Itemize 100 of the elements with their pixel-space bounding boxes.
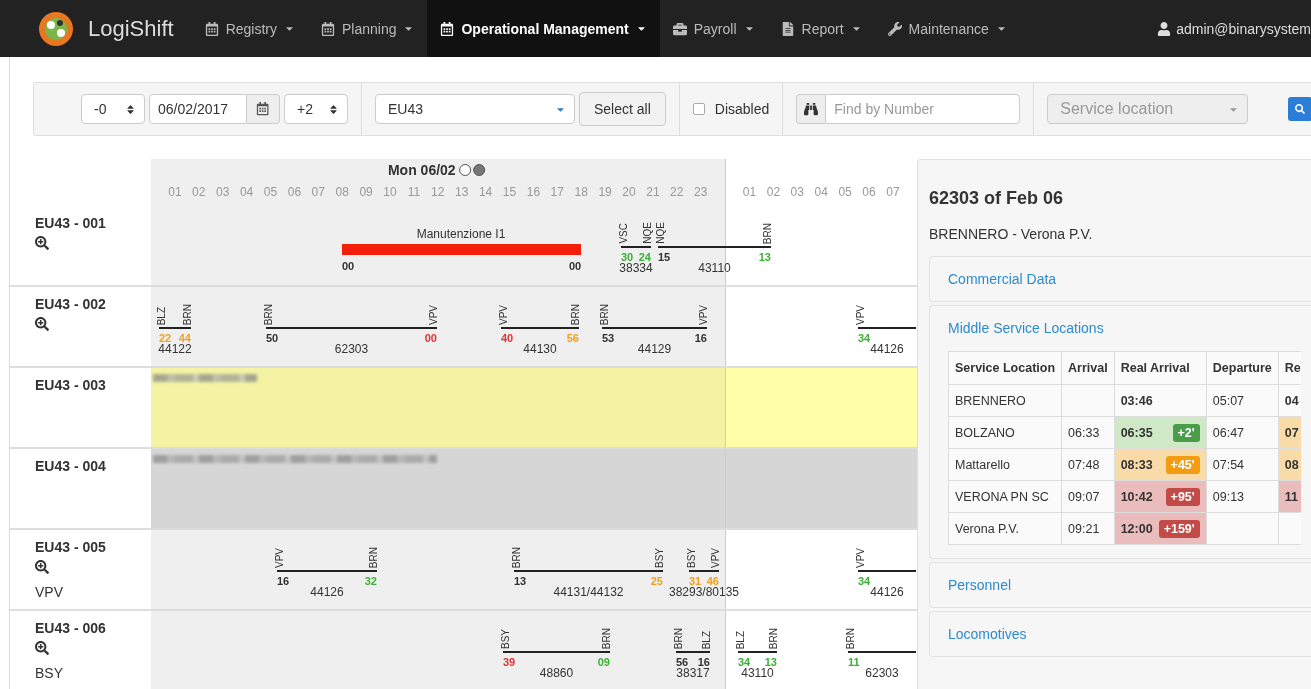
column-header: Re — [1278, 351, 1301, 385]
real-departure-cell: 04 — [1278, 384, 1301, 417]
train-number: 44126 — [310, 585, 344, 599]
station-label: BRN — [763, 222, 773, 244]
station-label: BRN — [512, 546, 522, 568]
panel-heading-link[interactable]: Locomotives — [948, 626, 1027, 642]
hour-label: 07 — [886, 185, 900, 199]
vehicle-location: BSY — [35, 665, 64, 681]
nav-menu-item[interactable]: Payroll — [659, 0, 768, 57]
train-number: 44122 — [158, 342, 192, 356]
train-route-line — [858, 570, 916, 572]
arrival-minute: 13 — [764, 656, 777, 668]
departure-minute: 39 — [503, 656, 516, 668]
station-label: VPV — [429, 305, 439, 325]
hour-label: 13 — [455, 185, 469, 199]
hour-label: 01 — [742, 185, 757, 199]
departure-minute: 56 — [676, 656, 689, 668]
hour-label: 18 — [574, 185, 588, 199]
hour-label: 02 — [192, 185, 206, 199]
select-all-button[interactable]: Select all — [579, 92, 666, 126]
station-label: VPV — [699, 305, 709, 325]
hour-label: 14 — [478, 185, 493, 199]
zoom-in-icon[interactable] — [35, 236, 49, 250]
departure-minute: 53 — [602, 332, 615, 344]
line-select[interactable]: EU43 — [375, 94, 575, 124]
nav-menu-item[interactable]: Report — [767, 0, 875, 57]
real-arrival-cell: 03:46 — [1114, 384, 1207, 417]
departure-minute: 34 — [858, 575, 871, 587]
station-label: VPV — [499, 305, 509, 325]
station-label: VSC — [619, 223, 629, 244]
arrival-minute: 44 — [178, 332, 191, 344]
hour-label: 21 — [646, 185, 660, 199]
train-number: 38317 — [676, 666, 710, 680]
arrival-minute: 32 — [364, 575, 377, 587]
nav-menu-item[interactable]: Registry — [191, 0, 308, 57]
arrival-minute: 56 — [566, 332, 579, 344]
calendar-button[interactable] — [247, 94, 280, 124]
hour-label: 06 — [287, 185, 302, 199]
column-header: Departure — [1206, 351, 1279, 385]
real-departure-cell — [1278, 512, 1301, 545]
train-route-line — [738, 651, 777, 653]
maintenance-label: Manutenzione I1 — [416, 227, 506, 241]
wrench-icon — [887, 21, 902, 36]
delay-badge: +95' — [1165, 487, 1200, 506]
departure-minute: 31 — [689, 575, 702, 587]
calendar-icon — [321, 21, 335, 36]
document-icon — [780, 21, 795, 36]
table-cell: BOLZANO — [948, 416, 1062, 449]
station-label: BRN — [769, 627, 779, 649]
column-header: Real Arrival — [1114, 351, 1207, 385]
nav-menu-item[interactable]: Operational Management — [427, 0, 660, 57]
station-label: BRN — [846, 627, 856, 649]
hour-label: 01 — [168, 185, 182, 199]
vehicle-name: EU43 - 001 — [35, 215, 107, 231]
departure-minute: 22 — [159, 332, 172, 344]
spinner-arrows-icon — [328, 103, 339, 115]
vehicle-name: EU43 - 006 — [35, 620, 107, 636]
day-offset-select[interactable]: +2 — [284, 94, 348, 124]
zoom-in-icon[interactable] — [35, 317, 49, 331]
train-route-line — [848, 651, 916, 653]
delay-badge: +45' — [1165, 455, 1200, 474]
train-number: 38293/80135 — [668, 585, 740, 599]
station-label: BRN — [600, 303, 610, 325]
train-number: 62303 — [865, 666, 899, 680]
hour-label: 08 — [335, 185, 349, 199]
nav-menu-item[interactable]: Maintenance — [874, 0, 1020, 57]
train-number: 48860 — [539, 666, 574, 680]
day-offset-select[interactable]: -0 — [81, 94, 145, 124]
arrival-minute: 16 — [697, 656, 710, 668]
train-route-line — [689, 570, 719, 572]
arrival-minute: 46 — [706, 575, 719, 587]
brand-name: LogiShift — [88, 15, 174, 42]
nav-menu-item[interactable]: Planning — [308, 0, 428, 57]
vehicle-location: VPV — [35, 584, 64, 600]
zoom-in-icon[interactable] — [35, 641, 49, 655]
arrival-minute: 24 — [638, 251, 651, 263]
station-label: BSY — [687, 548, 697, 568]
arrival-minute: 00 — [424, 332, 437, 344]
departure-minute: 13 — [514, 575, 527, 587]
delay-badge: +159' — [1158, 519, 1200, 538]
arrival-minute: 09 — [597, 656, 610, 668]
arrival-minute: 16 — [694, 332, 707, 344]
column-header: Arrival — [1061, 351, 1115, 385]
station-label: VPV — [856, 548, 866, 568]
calendar-icon — [440, 21, 455, 36]
departure-minute: 11 — [848, 656, 860, 668]
train-number: 44129 — [637, 342, 672, 356]
arrival-minute: 13 — [758, 251, 771, 263]
station-label: BLZ — [702, 630, 712, 649]
number-search-field[interactable]: Find by Number — [825, 94, 1021, 124]
real-arrival-cell: 08:33 +45' — [1114, 448, 1207, 481]
train-number: 38334 — [619, 261, 653, 275]
departure-minute: 34 — [858, 332, 871, 344]
station-label: BRN — [264, 303, 274, 325]
search-button[interactable] — [1288, 97, 1311, 121]
zoom-in-icon[interactable] — [35, 560, 49, 574]
user-menu[interactable]: admin@binarysystem — [1157, 20, 1311, 37]
date-field[interactable]: 06/02/2017 — [149, 94, 247, 124]
station-label: BSY — [501, 629, 511, 649]
train-number: 43110 — [698, 261, 731, 275]
